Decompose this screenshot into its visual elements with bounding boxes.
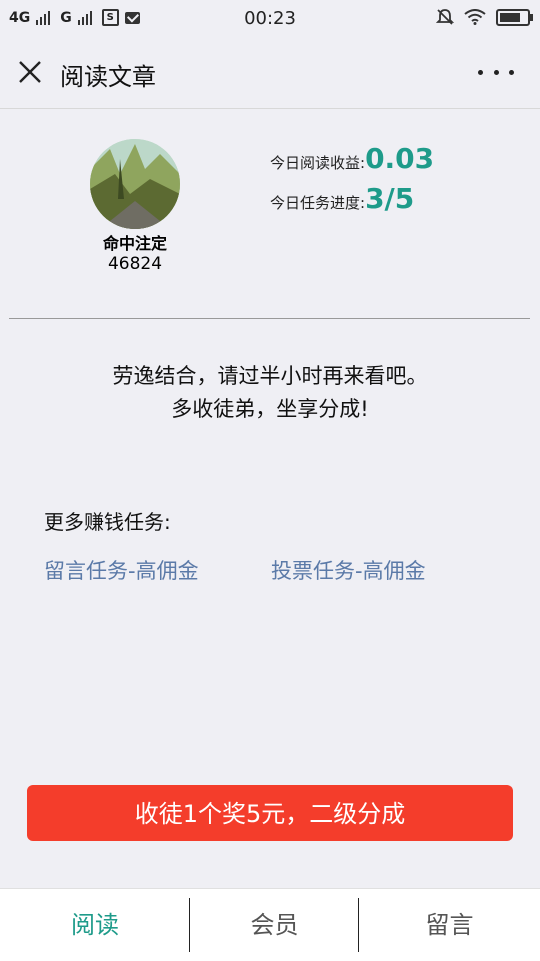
comment-task-link[interactable]: 留言任务-高佣金 <box>44 555 199 585</box>
progress-label: 今日任务进度: <box>270 194 366 212</box>
close-button[interactable] <box>16 58 44 86</box>
tab-member[interactable]: 会员 <box>190 889 359 961</box>
more-dot-icon <box>493 69 499 75</box>
more-options-button[interactable] <box>478 60 514 84</box>
divider <box>9 318 530 319</box>
bell-muted-icon <box>436 9 454 25</box>
income-value: 0.03 <box>365 142 435 175</box>
close-icon <box>19 61 41 83</box>
status-bar: 4G G S 00:23 <box>0 0 540 38</box>
message-line-2: 多收徒弟，坐享分成! <box>171 397 369 421</box>
invite-apprentice-button[interactable]: 收徒1个奖5元，二级分成 <box>27 785 513 841</box>
more-tasks-label: 更多赚钱任务: <box>44 510 171 534</box>
battery-icon <box>496 8 533 26</box>
username: 命中注定 <box>102 234 167 253</box>
avatar <box>90 139 180 229</box>
tab-read[interactable]: 阅读 <box>0 889 190 961</box>
page-title: 阅读文章 <box>60 63 156 91</box>
user-id: 46824 <box>107 254 163 274</box>
message-line-1: 劳逸结合，请过半小时再来看吧。 <box>112 364 428 388</box>
title-bar: 阅读文章 <box>0 38 540 109</box>
vote-task-link[interactable]: 投票任务-高佣金 <box>271 555 426 585</box>
bottom-tab-bar: 阅读 会员 留言 <box>0 888 540 961</box>
avatar-image <box>90 139 180 229</box>
more-dot-icon <box>509 69 514 75</box>
status-icons-right <box>436 8 533 26</box>
progress-stat: 今日任务进度:3/5 <box>270 182 414 215</box>
income-label: 今日阅读收益: <box>270 154 366 172</box>
progress-value: 3/5 <box>365 182 415 215</box>
income-stat: 今日阅读收益:0.03 <box>270 142 434 175</box>
wifi-icon <box>464 9 486 25</box>
tab-comment[interactable]: 留言 <box>359 889 540 961</box>
more-dot-icon <box>478 69 483 75</box>
